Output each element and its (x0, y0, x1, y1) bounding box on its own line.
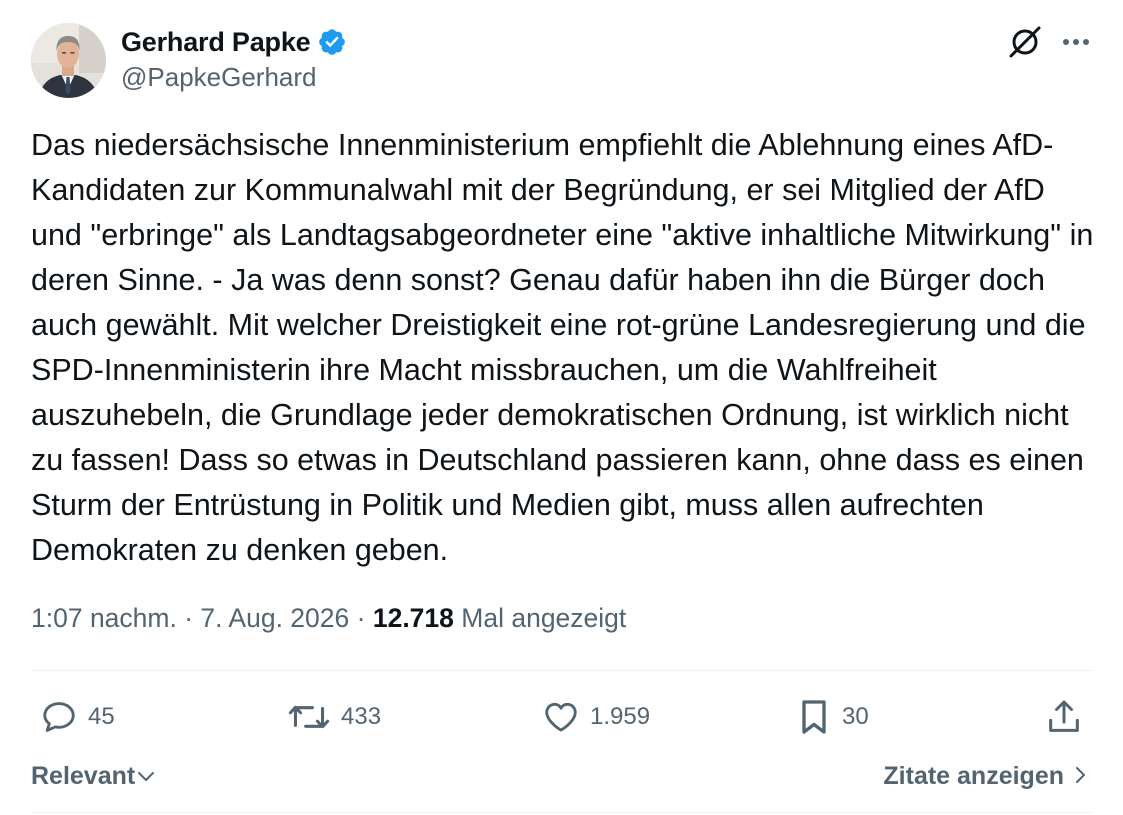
view-quotes-link[interactable]: Zitate anzeigen (883, 756, 1088, 796)
tweet-time[interactable]: 1:07 nachm. (31, 603, 177, 633)
replies-footer: Relevant Zitate anzeigen (0, 756, 1123, 796)
bookmark-icon (796, 697, 832, 737)
tweet-meta: 1:07 nachm. · 7. Aug. 2026 · 12.718 Mal … (31, 603, 626, 634)
chevron-down-icon (135, 759, 157, 794)
views-label: Mal angezeigt (461, 603, 627, 633)
tweet-text: Das niedersächsische Innenministerium em… (31, 128, 1102, 567)
share-icon (1044, 697, 1084, 737)
meta-separator: · (356, 603, 366, 633)
tweet-date[interactable]: 7. Aug. 2026 (200, 603, 349, 633)
like-count: 1.959 (590, 703, 651, 730)
sort-label: Relevant (31, 761, 136, 790)
sort-replies-button[interactable]: Relevant (31, 756, 157, 796)
divider (31, 812, 1093, 813)
retweet-icon (287, 698, 331, 736)
author-display-name[interactable]: Gerhard Papke (121, 27, 311, 58)
author-name-row[interactable]: Gerhard Papke (121, 24, 347, 60)
grok-icon[interactable] (1004, 22, 1046, 62)
avatar-photo (31, 23, 106, 98)
reply-button[interactable]: 45 (40, 692, 115, 742)
verified-badge-icon[interactable] (317, 27, 347, 57)
avatar[interactable] (31, 23, 106, 98)
quotes-label: Zitate anzeigen (883, 761, 1064, 790)
chevron-right-icon (1072, 760, 1088, 793)
bookmark-button[interactable]: 30 (796, 692, 869, 742)
retweet-button[interactable]: 433 (287, 692, 381, 742)
divider (31, 670, 1093, 671)
bookmark-count: 30 (842, 703, 869, 730)
share-button[interactable] (1044, 692, 1084, 742)
meta-separator: · (184, 603, 194, 633)
author-handle[interactable]: @PapkeGerhard (121, 62, 317, 93)
heart-icon (542, 698, 580, 736)
views-count: 12.718 (372, 603, 454, 633)
retweet-count: 433 (341, 703, 382, 730)
more-horizontal-icon[interactable] (1056, 22, 1096, 62)
like-button[interactable]: 1.959 (542, 692, 650, 742)
tweet-detail: Gerhard Papke @PapkeGerhard Das niedersä… (0, 0, 1123, 815)
action-bar: 45 433 1.959 30 (0, 692, 1123, 742)
reply-count: 45 (88, 703, 115, 730)
reply-icon (40, 698, 78, 736)
